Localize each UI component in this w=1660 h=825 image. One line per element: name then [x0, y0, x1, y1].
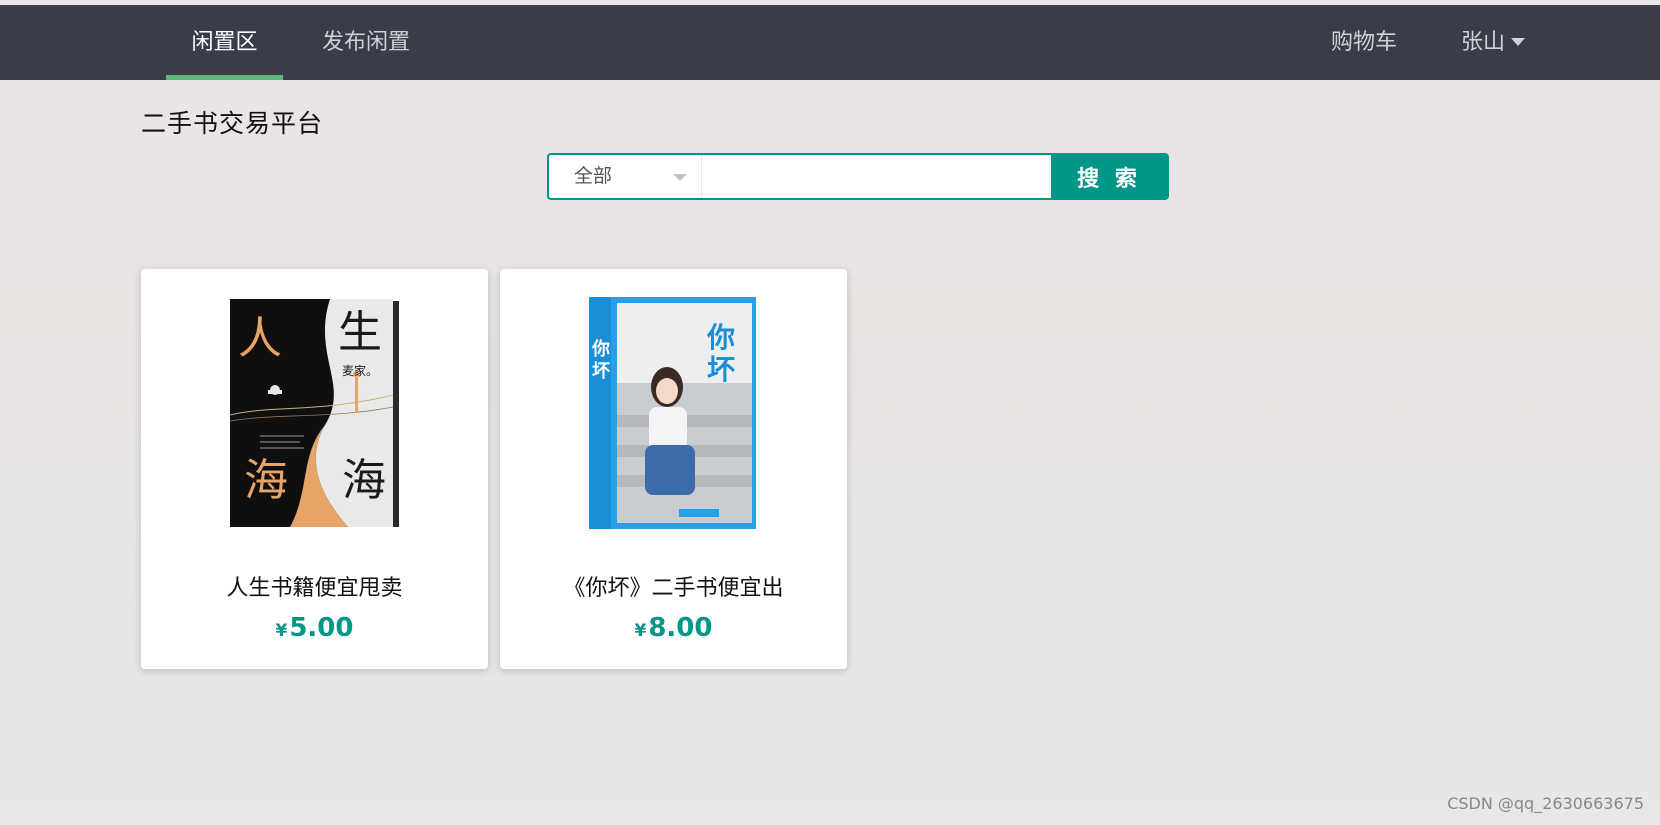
product-card[interactable]: 你 坏 你 坏 《你坏》二手书便宜出 ¥8.00 — [500, 269, 847, 669]
search-bar: 全部 搜 索 — [547, 153, 1169, 200]
nav-item-label: 发布闲置 — [321, 30, 410, 55]
cover-title-char: 海 — [244, 455, 288, 506]
cover-title-char: 坏 — [707, 353, 735, 386]
book-cover-image: 人 生 麦家。 海 海 — [230, 299, 399, 527]
nav-item-cart[interactable]: 购物车 — [1316, 5, 1412, 80]
nav-item-label: 闲置区 — [191, 30, 258, 55]
product-card[interactable]: 人 生 麦家。 海 海 人生书籍便宜甩卖 ¥5.00 — [141, 269, 488, 669]
price-value: 5.00 — [289, 613, 354, 643]
category-select-value: 全部 — [574, 165, 613, 187]
user-menu[interactable]: 张山 — [1448, 5, 1538, 80]
cover-title-char: 生 — [338, 307, 382, 358]
price-currency: ¥ — [634, 621, 647, 641]
price-currency: ¥ — [275, 621, 288, 641]
site-title: 二手书交易平台 — [141, 109, 324, 138]
cover-title-char: 你 — [591, 338, 610, 360]
product-price: ¥8.00 — [500, 613, 847, 643]
nav-item-publish-idle[interactable]: 发布闲置 — [304, 5, 428, 80]
cover-title-char: 人 — [238, 313, 282, 364]
top-navbar: 闲置区 发布闲置 购物车 张山 — [0, 5, 1660, 80]
watermark: CSDN @qq_2630663675 — [1447, 794, 1644, 813]
product-name: 人生书籍便宜甩卖 — [226, 576, 403, 601]
product-price: ¥5.00 — [141, 613, 488, 643]
category-select[interactable]: 全部 — [549, 155, 702, 198]
caret-down-icon — [673, 174, 687, 181]
cover-author: 麦家。 — [342, 363, 378, 378]
user-name: 张山 — [1460, 30, 1505, 55]
nav-item-label: 购物车 — [1330, 30, 1397, 55]
product-name: 《你坏》二手书便宜出 — [563, 576, 784, 601]
book-cover-image: 你 坏 你 坏 — [589, 297, 756, 529]
search-input[interactable] — [703, 155, 1053, 198]
cover-title-char: 坏 — [592, 361, 610, 382]
price-value: 8.00 — [648, 613, 713, 643]
cover-title-char: 你 — [706, 321, 735, 354]
nav-item-idle-zone[interactable]: 闲置区 — [166, 5, 283, 80]
caret-down-icon — [1511, 37, 1525, 46]
cover-title-char: 海 — [342, 455, 386, 506]
search-button[interactable]: 搜 索 — [1051, 155, 1167, 198]
